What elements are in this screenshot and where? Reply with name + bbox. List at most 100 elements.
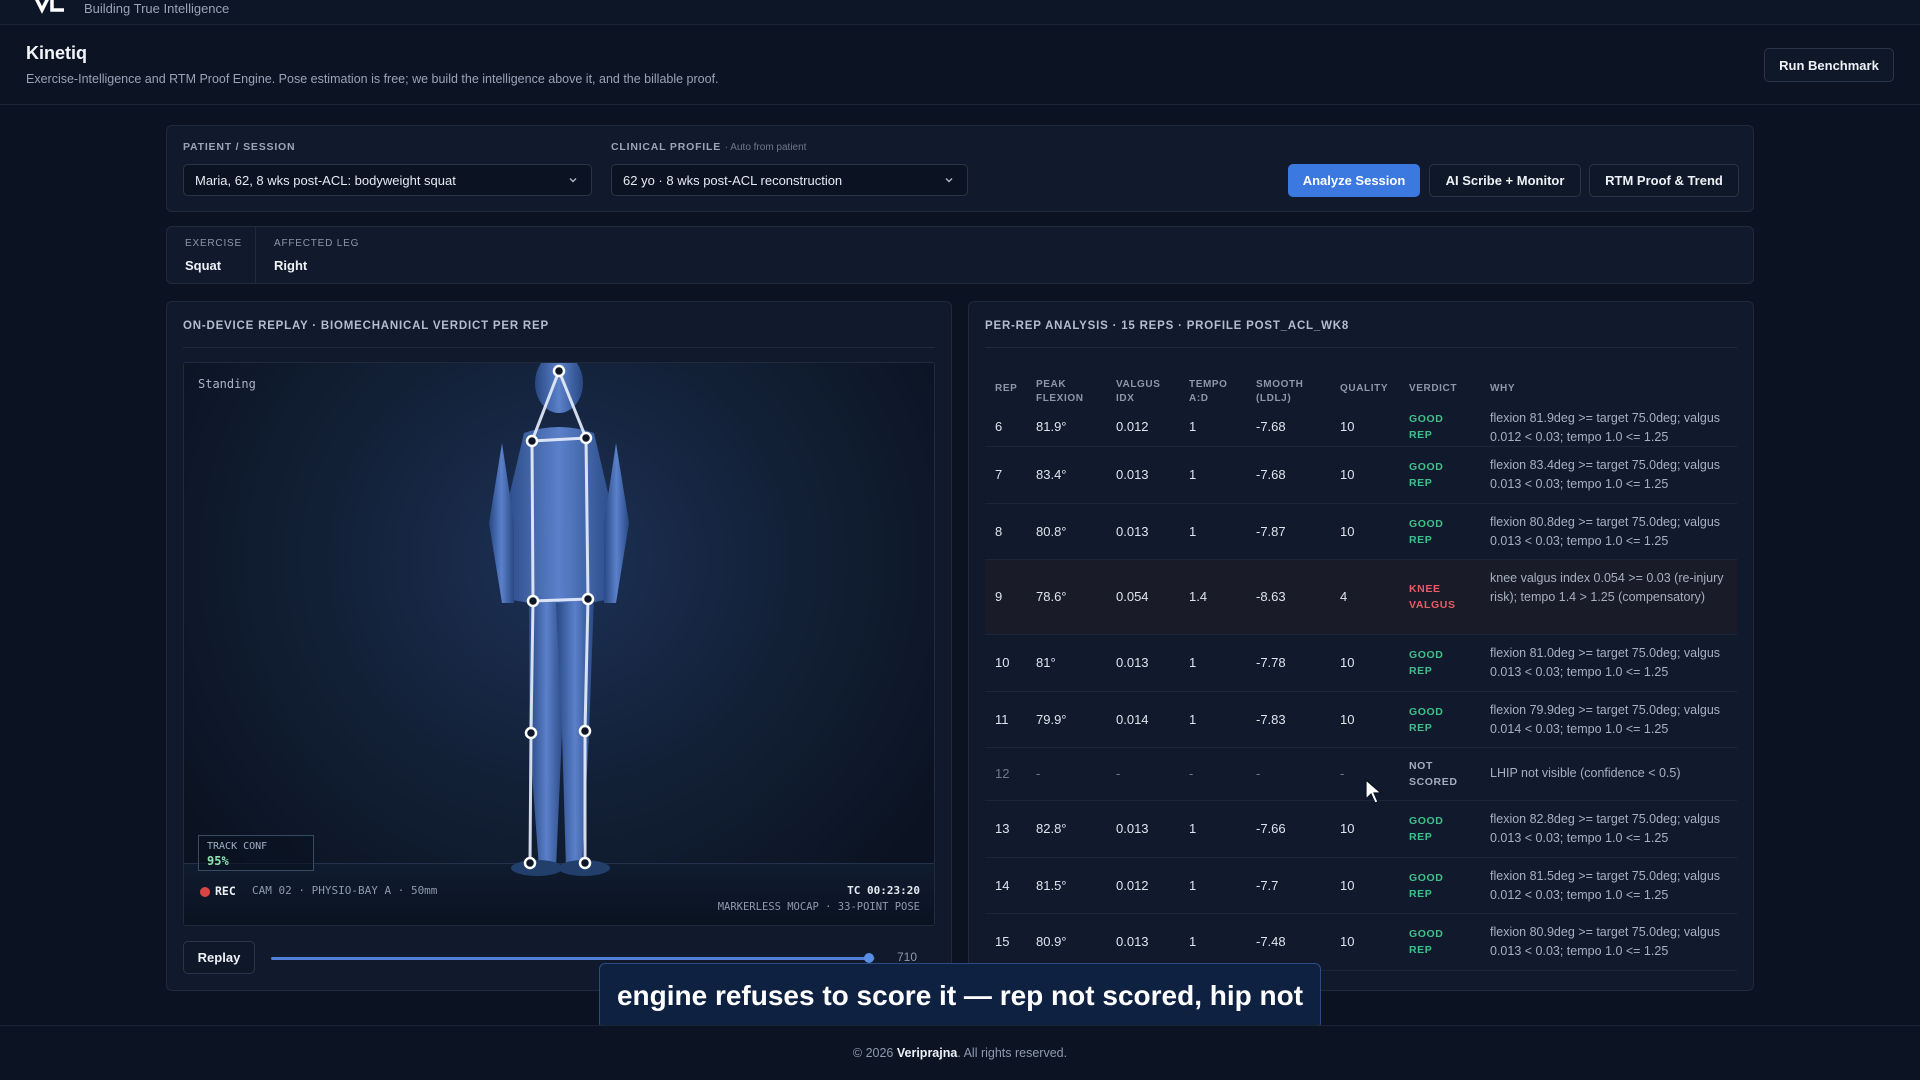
peak-flexion: - bbox=[1036, 766, 1041, 781]
verdict-badge: GOOD REP bbox=[1409, 872, 1444, 900]
chevron-down-icon bbox=[945, 178, 953, 183]
quality: 10 bbox=[1340, 821, 1355, 836]
quality: - bbox=[1340, 766, 1345, 781]
frame-counter: 710 bbox=[897, 950, 918, 964]
table-row[interactable]: 12 - - - - - NOT SCORED LHIP not visible … bbox=[985, 748, 1737, 801]
why-text: flexion 82.8deg >= target 75.0deg; valgu… bbox=[1490, 812, 1721, 845]
table-row[interactable]: 13 82.8° 0.013 1 -7.66 10 GOOD REP flexio… bbox=[985, 801, 1737, 858]
why-text: flexion 80.8deg >= target 75.0deg; valgu… bbox=[1490, 515, 1721, 548]
quality: 10 bbox=[1340, 934, 1355, 949]
column-header-smooth: SMOOTH (LDLJ) bbox=[1256, 379, 1304, 404]
divider bbox=[985, 347, 1737, 348]
rtm-proof-trend-button[interactable]: RTM Proof & Trend bbox=[1589, 164, 1739, 197]
valgus-idx: 0.013 bbox=[1116, 524, 1149, 539]
replay-video[interactable]: Standing TRACK CONF 95% REC CAM 02 · PHY… bbox=[183, 362, 935, 926]
clinical-profile-value: 62 yo · 8 wks post-ACL reconstruction bbox=[623, 172, 843, 188]
smoothness: -7.68 bbox=[1256, 419, 1286, 434]
table-row[interactable]: 6 81.9° 0.012 1 -7.68 10 GOOD REP flexion… bbox=[985, 407, 1737, 447]
rep-number: 11 bbox=[995, 712, 1009, 727]
why-text: flexion 83.4deg >= target 75.0deg; valgu… bbox=[1490, 458, 1721, 491]
valgus-idx: 0.013 bbox=[1116, 467, 1149, 482]
smoothness: -7.68 bbox=[1256, 467, 1286, 482]
analyze-session-button[interactable]: Analyze Session bbox=[1288, 164, 1420, 197]
subtitle-caption: engine refuses to score it — rep not sco… bbox=[599, 963, 1321, 1029]
table-row[interactable]: 9 78.6° 0.054 1.4 -8.63 4 KNEE VALGUS kne… bbox=[985, 560, 1737, 635]
rep-number: 8 bbox=[995, 524, 1003, 539]
rep-number: 6 bbox=[995, 419, 1003, 434]
patient-session-select[interactable]: Maria, 62, 8 wks post-ACL: bodyweight sq… bbox=[183, 164, 592, 196]
peak-flexion: 82.8° bbox=[1036, 821, 1067, 836]
peak-flexion: 78.6° bbox=[1036, 589, 1067, 604]
per-rep-analysis-panel: PER-REP ANALYSIS · 15 REPS · PROFILE POS… bbox=[968, 301, 1754, 991]
verdict-badge: GOOD REP bbox=[1409, 815, 1444, 843]
patient-session-value: Maria, 62, 8 wks post-ACL: bodyweight sq… bbox=[195, 172, 456, 188]
quality: 10 bbox=[1340, 524, 1355, 539]
column-header-peak-flexion: PEAK FLEXION bbox=[1036, 379, 1084, 404]
verdict-badge: KNEE VALGUS bbox=[1409, 583, 1456, 611]
track-conf-label: TRACK CONF bbox=[207, 841, 268, 852]
valgus-idx: - bbox=[1116, 766, 1121, 781]
valgus-idx: 0.014 bbox=[1116, 712, 1149, 727]
tempo: 1 bbox=[1189, 821, 1197, 836]
rep-table-body: 6 81.9° 0.012 1 -7.68 10 GOOD REP flexion… bbox=[985, 407, 1737, 978]
camera-label: CAM 02 · PHYSIO-BAY A · 50mm bbox=[252, 884, 438, 897]
page-footer: © 2026 Veriprajna. All rights reserved. bbox=[0, 1025, 1920, 1080]
replay-panel: ON-DEVICE REPLAY · BIOMECHANICAL VERDICT… bbox=[166, 301, 952, 991]
clinical-profile-hint: · Auto from patient bbox=[724, 142, 807, 153]
brand-bar: Building True Intelligence bbox=[0, 0, 1920, 25]
replay-slider-fill bbox=[271, 957, 869, 960]
rep-number: 15 bbox=[995, 934, 1010, 949]
smoothness: -7.7 bbox=[1256, 878, 1279, 893]
peak-flexion: 80.8° bbox=[1036, 524, 1067, 539]
replay-slider[interactable] bbox=[271, 953, 875, 963]
smoothness: -7.83 bbox=[1256, 712, 1286, 727]
column-header-why: WHY bbox=[1490, 383, 1516, 394]
divider bbox=[183, 347, 935, 348]
rec-label: REC bbox=[215, 884, 236, 898]
replay-button[interactable]: Replay bbox=[183, 941, 255, 974]
valgus-idx: 0.012 bbox=[1116, 419, 1149, 434]
affected-leg-value: Right bbox=[274, 258, 308, 273]
why-text: flexion 79.9deg >= target 75.0deg; valgu… bbox=[1490, 703, 1721, 736]
exercise-info-panel: EXERCISE Squat AFFECTED LEG Right bbox=[166, 226, 1754, 284]
smoothness: - bbox=[1256, 766, 1261, 781]
table-row[interactable]: 14 81.5° 0.012 1 -7.7 10 GOOD REP flexion… bbox=[985, 858, 1737, 914]
mouse-cursor-icon bbox=[1365, 779, 1383, 804]
rep-number: 9 bbox=[995, 589, 1003, 604]
clinical-profile-select[interactable]: 62 yo · 8 wks post-ACL reconstruction bbox=[611, 164, 968, 196]
rep-number: 10 bbox=[995, 655, 1010, 670]
table-row[interactable]: 11 79.9° 0.014 1 -7.83 10 GOOD REP flexio… bbox=[985, 692, 1737, 748]
table-row[interactable]: 7 83.4° 0.013 1 -7.68 10 GOOD REP flexion… bbox=[985, 447, 1737, 504]
why-text: flexion 81.9deg >= target 75.0deg; valgu… bbox=[1490, 411, 1721, 444]
record-dot-icon bbox=[200, 887, 210, 897]
rep-number: 7 bbox=[995, 467, 1003, 482]
quality: 10 bbox=[1340, 712, 1355, 727]
why-text: flexion 81.5deg >= target 75.0deg; valgu… bbox=[1490, 869, 1721, 902]
divider bbox=[255, 227, 256, 283]
why-text: LHIP not visible (confidence < 0.5) bbox=[1490, 766, 1681, 780]
column-header-verdict: VERDICT bbox=[1409, 383, 1458, 394]
ai-scribe-monitor-button[interactable]: AI Scribe + Monitor bbox=[1429, 164, 1581, 197]
mocap-label: MARKERLESS MOCAP · 33-POINT POSE bbox=[717, 901, 920, 913]
brand-tagline: Building True Intelligence bbox=[84, 1, 230, 16]
tempo: 1 bbox=[1189, 712, 1197, 727]
chevron-down-icon bbox=[569, 178, 577, 183]
table-row[interactable]: 8 80.8° 0.013 1 -7.87 10 GOOD REP flexion… bbox=[985, 504, 1737, 560]
valgus-idx: 0.013 bbox=[1116, 821, 1149, 836]
timecode-label: TC 00:23:20 bbox=[847, 884, 920, 897]
valgus-idx: 0.054 bbox=[1116, 589, 1149, 604]
tempo: 1.4 bbox=[1189, 589, 1208, 604]
peak-flexion: 81° bbox=[1036, 655, 1056, 670]
quality: 10 bbox=[1340, 467, 1355, 482]
quality: 4 bbox=[1340, 589, 1348, 604]
table-row[interactable]: 10 81° 0.013 1 -7.78 10 GOOD REP flexion … bbox=[985, 635, 1737, 692]
run-benchmark-button[interactable]: Run Benchmark bbox=[1764, 48, 1894, 82]
peak-flexion: 81.9° bbox=[1036, 419, 1067, 434]
brand-logo-icon[interactable] bbox=[30, 0, 68, 16]
verdict-badge: GOOD REP bbox=[1409, 649, 1444, 677]
replay-slider-thumb[interactable] bbox=[863, 953, 874, 963]
verdict-badge: NOT SCORED bbox=[1409, 760, 1458, 788]
exercise-label: EXERCISE bbox=[185, 238, 242, 249]
tempo: 1 bbox=[1189, 524, 1197, 539]
smoothness: -7.78 bbox=[1256, 655, 1286, 670]
